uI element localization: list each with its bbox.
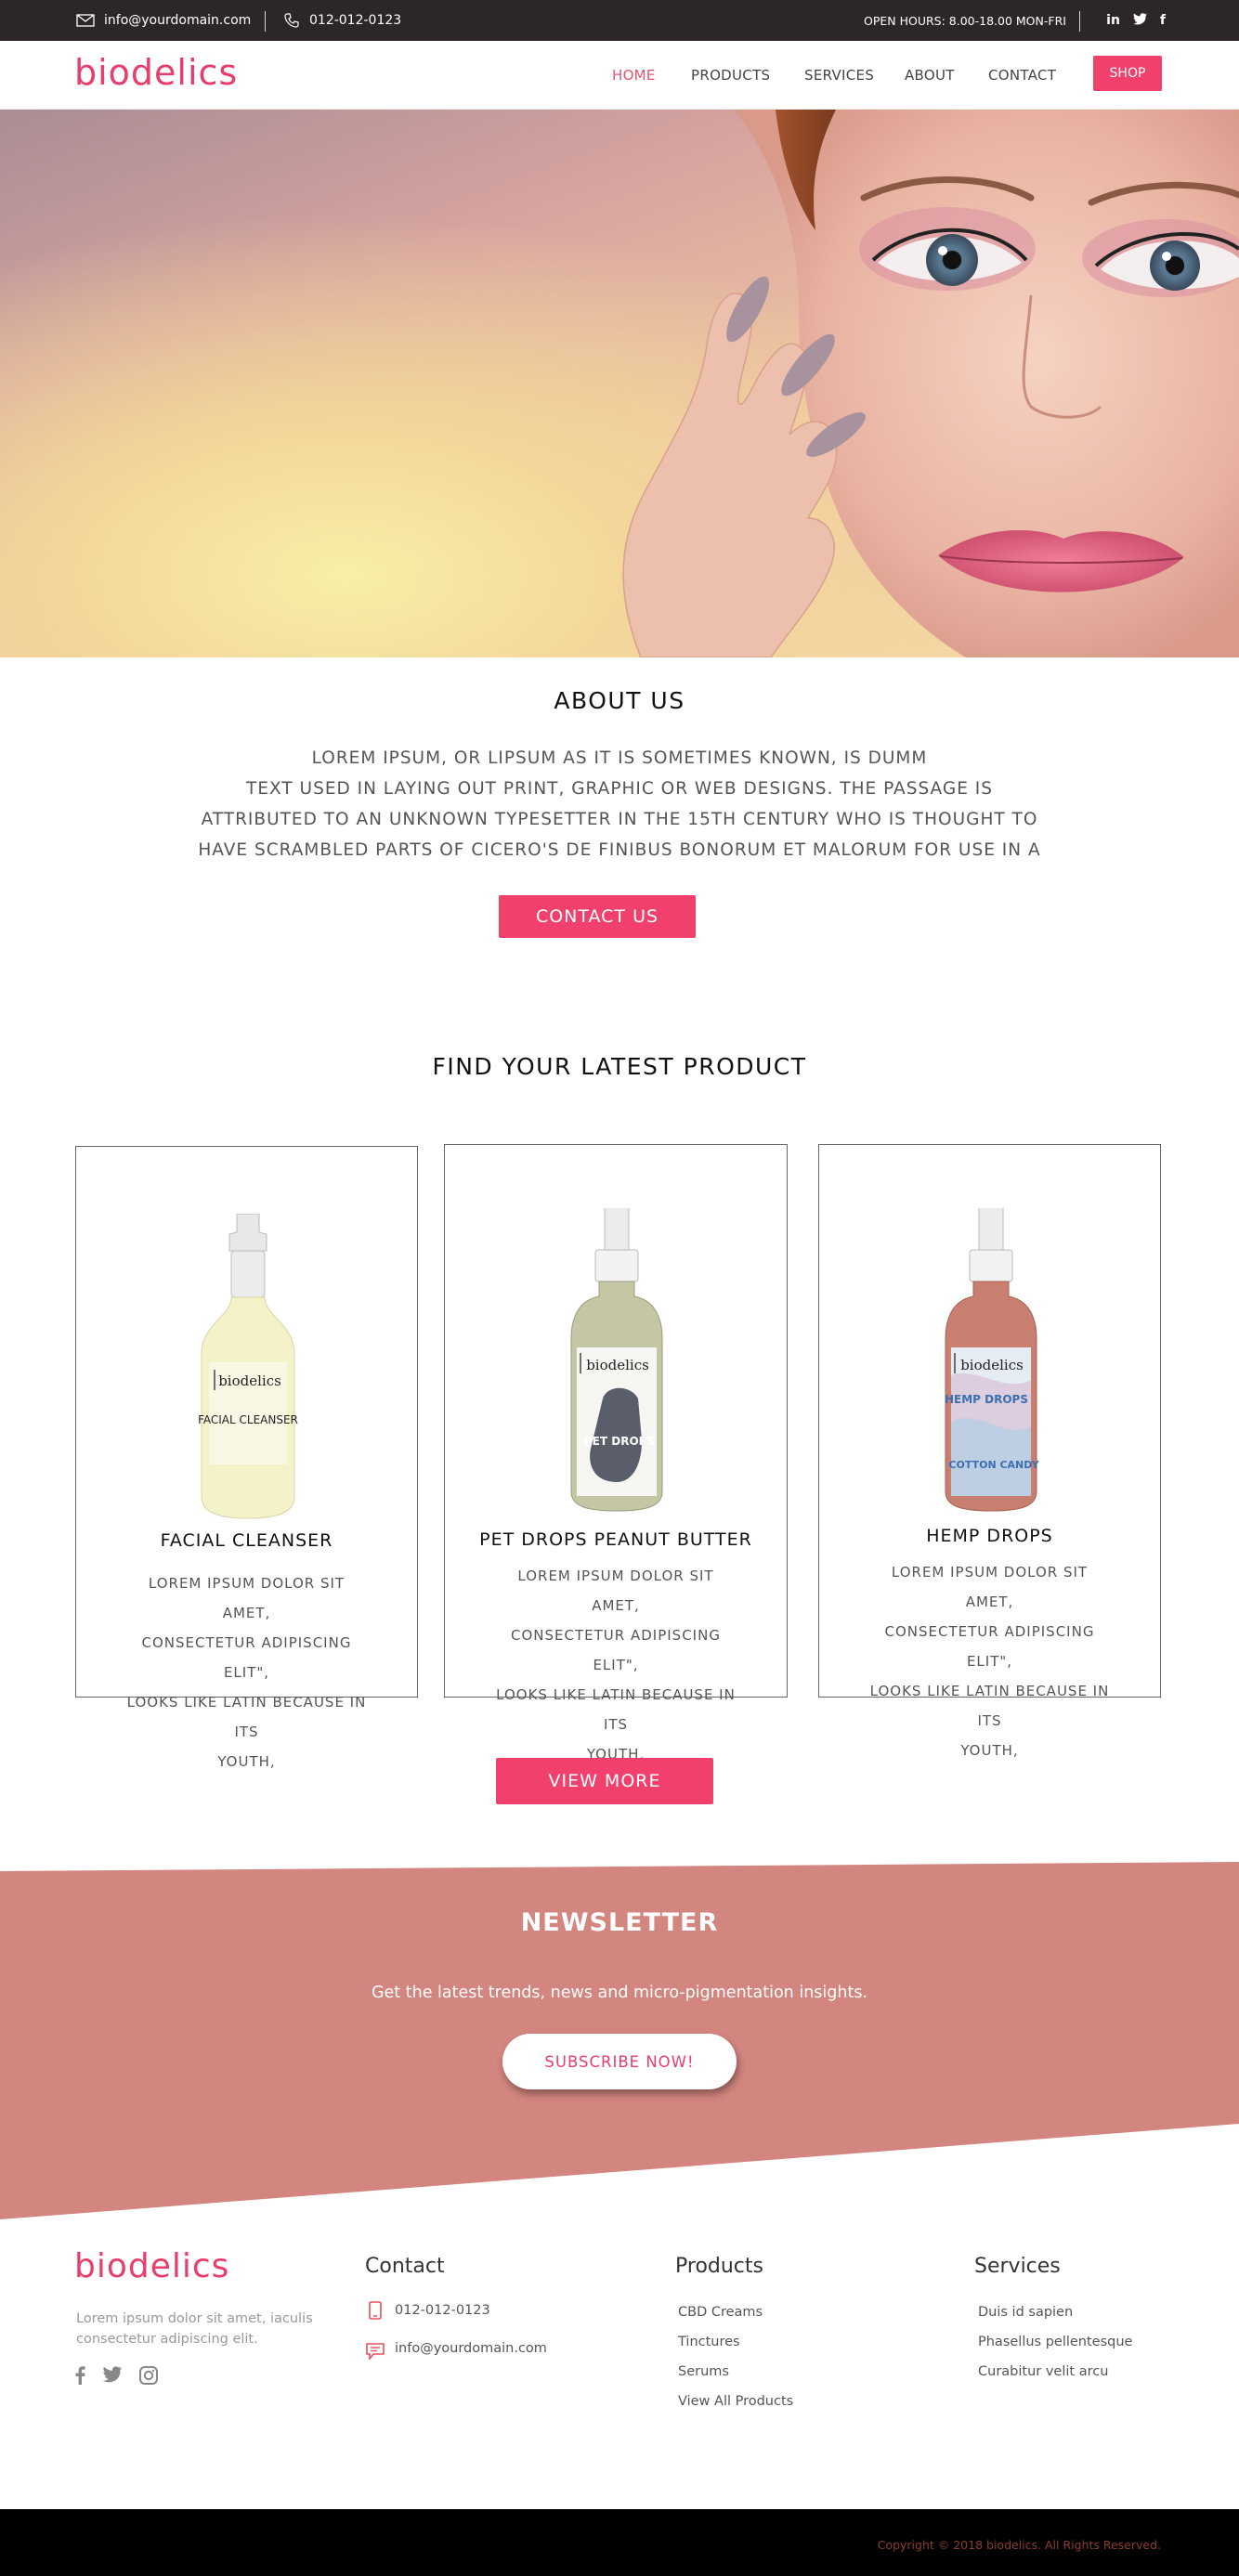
footer-link-tinctures[interactable]: Tinctures bbox=[678, 2335, 740, 2349]
desc-line: LOREM IPSUM DOLOR SIT AMET, bbox=[891, 1564, 1089, 1610]
desc-line: LOOKS LIKE LATIN BECAUSE IN ITS bbox=[869, 1683, 1110, 1729]
about-text: LOREM IPSUM, OR LIPSUM AS IT IS SOMETIME… bbox=[176, 743, 1063, 865]
logo[interactable]: biodelics bbox=[74, 52, 238, 93]
instagram-icon[interactable] bbox=[139, 2366, 158, 2385]
product-card-pet-drops[interactable]: biodelics PET DROPS PET DROPS PEANUT BUT… bbox=[444, 1144, 788, 1763]
subscribe-button[interactable]: SUBSCRIBE NOW! bbox=[502, 2034, 737, 2089]
about-line: HAVE SCRAMBLED PARTS OF CICERO'S DE FINI… bbox=[198, 840, 1041, 860]
footer-link-service-3[interactable]: Curabitur velit arcu bbox=[978, 2364, 1108, 2379]
footer-products-title: Products bbox=[675, 2255, 763, 2278]
product-description: LOREM IPSUM DOLOR SIT AMET, CONSECTETUR … bbox=[123, 1568, 371, 1776]
desc-line: LOOKS LIKE LATIN BECAUSE IN ITS bbox=[496, 1686, 736, 1733]
desc-line: CONSECTETUR ADIPISCING ELIT", bbox=[884, 1623, 1095, 1670]
bottle-brand-text: biodelics bbox=[218, 1373, 281, 1389]
bottle-label-text: FACIAL CLEANSER bbox=[198, 1413, 298, 1426]
footer-logo[interactable]: biodelics bbox=[74, 2247, 229, 2285]
envelope-icon bbox=[76, 14, 95, 27]
about-title: ABOUT US bbox=[554, 687, 685, 714]
bottle-label-text: HEMP DROPS bbox=[945, 1393, 1028, 1406]
topbar-phone[interactable]: 012-012-0123 bbox=[283, 0, 401, 41]
top-bar: info@yourdomain.com 012-012-0123 OPEN HO… bbox=[0, 0, 1239, 41]
footer-link-service-1[interactable]: Duis id sapien bbox=[978, 2305, 1073, 2320]
about-line: LOREM IPSUM, OR LIPSUM AS IT IS SOMETIME… bbox=[311, 748, 928, 768]
facebook-icon[interactable]: f bbox=[1160, 13, 1166, 28]
bottle-label-flavor: COTTON CANDY bbox=[948, 1459, 1039, 1471]
bottle-brand-text: biodelics bbox=[586, 1357, 649, 1373]
product-name[interactable]: FACIAL CLEANSER bbox=[76, 1530, 417, 1551]
footer-link-view-all-products[interactable]: View All Products bbox=[678, 2394, 793, 2409]
products-title: FIND YOUR LATEST PRODUCT bbox=[432, 1053, 807, 1080]
footer-email[interactable]: info@yourdomain.com bbox=[395, 2341, 547, 2356]
bottle-label-text: PET DROPS bbox=[584, 1435, 655, 1448]
pet-drops-bottle-image: biodelics PET DROPS bbox=[570, 1208, 663, 1512]
facebook-icon[interactable] bbox=[74, 2366, 85, 2385]
open-hours: OPEN HOURS: 8.00-18.00 MON-FRI bbox=[864, 13, 1066, 28]
topbar-divider-2 bbox=[1079, 11, 1080, 32]
bottle-brand-text: biodelics bbox=[960, 1357, 1024, 1373]
footer-link-cbd-creams[interactable]: CBD Creams bbox=[678, 2305, 763, 2320]
newsletter-subtitle: Get the latest trends, news and micro-pi… bbox=[371, 1984, 868, 2002]
hemp-drops-bottle-image: biodelics HEMP DROPS COTTON CANDY bbox=[945, 1208, 1040, 1512]
shop-button[interactable]: SHOP bbox=[1093, 56, 1162, 91]
desc-line: CONSECTETUR ADIPISCING ELIT", bbox=[141, 1634, 352, 1681]
twitter-icon[interactable] bbox=[102, 2366, 123, 2383]
footer-link-serums[interactable]: Serums bbox=[678, 2364, 729, 2379]
footer-social bbox=[74, 2366, 158, 2385]
product-description: LOREM IPSUM DOLOR SIT AMET, CONSECTETUR … bbox=[491, 1561, 740, 1769]
product-card-hemp-drops[interactable]: biodelics HEMP DROPS COTTON CANDY HEMP D… bbox=[818, 1144, 1161, 1759]
desc-line: LOREM IPSUM DOLOR SIT AMET, bbox=[148, 1575, 346, 1621]
nav-contact[interactable]: CONTACT bbox=[988, 67, 1056, 84]
nav-services[interactable]: SERVICES bbox=[804, 67, 874, 84]
topbar-email-text: info@yourdomain.com bbox=[104, 13, 252, 28]
contact-us-button[interactable]: CONTACT US bbox=[499, 895, 696, 938]
footer-phone[interactable]: 012-012-0123 bbox=[395, 2303, 490, 2318]
product-name[interactable]: PET DROPS PEANUT BUTTER bbox=[445, 1529, 787, 1550]
topbar-divider bbox=[265, 11, 266, 32]
product-name[interactable]: HEMP DROPS bbox=[819, 1526, 1160, 1546]
nav-about[interactable]: ABOUT bbox=[905, 67, 955, 84]
twitter-icon[interactable] bbox=[1132, 12, 1147, 29]
topbar-phone-text: 012-012-0123 bbox=[309, 13, 402, 28]
about-line: ATTRIBUTED TO AN UNKNOWN TYPESETTER IN T… bbox=[201, 810, 1038, 829]
copyright: Copyright © 2018 biodelics. All Rights R… bbox=[877, 2538, 1161, 2552]
footer-contact-title: Contact bbox=[365, 2255, 445, 2278]
hero-face-image bbox=[622, 110, 1239, 657]
nav-products[interactable]: PRODUCTS bbox=[691, 67, 770, 84]
desc-line: YOUTH, bbox=[217, 1753, 276, 1770]
desc-line: LOREM IPSUM DOLOR SIT AMET, bbox=[517, 1568, 714, 1614]
linkedin-icon[interactable]: in bbox=[1106, 13, 1120, 28]
product-description: LOREM IPSUM DOLOR SIT AMET, CONSECTETUR … bbox=[866, 1557, 1114, 1765]
footer-services-title: Services bbox=[974, 2255, 1061, 2278]
view-more-button[interactable]: VIEW MORE bbox=[496, 1758, 713, 1804]
mobile-phone-icon bbox=[369, 2301, 382, 2320]
hero-banner bbox=[0, 110, 1239, 657]
newsletter-title: NEWSLETTER bbox=[520, 1908, 719, 1937]
facial-cleanser-bottle-image: biodelics FACIAL CLEANSER bbox=[198, 1214, 298, 1519]
nav-home[interactable]: HOME bbox=[612, 67, 656, 84]
footer-tagline: Lorem ipsum dolor sit amet, iaculis cons… bbox=[76, 2309, 313, 2349]
desc-line: YOUTH, bbox=[960, 1742, 1019, 1759]
about-line: TEXT USED IN LAYING OUT PRINT, GRAPHIC O… bbox=[246, 779, 993, 799]
site-header: biodelics HOME PRODUCTS SERVICES ABOUT C… bbox=[0, 41, 1239, 110]
desc-line: LOOKS LIKE LATIN BECAUSE IN ITS bbox=[126, 1694, 367, 1740]
desc-line: CONSECTETUR ADIPISCING ELIT", bbox=[511, 1627, 721, 1673]
footer-link-service-2[interactable]: Phasellus pellentesque bbox=[978, 2335, 1132, 2349]
chat-icon bbox=[366, 2343, 385, 2360]
footer-tagline-line: Lorem ipsum dolor sit amet, iaculis bbox=[76, 2311, 313, 2326]
topbar-email[interactable]: info@yourdomain.com bbox=[76, 0, 251, 41]
product-card-facial-cleanser[interactable]: biodelics FACIAL CLEANSER FACIAL CLEANSE… bbox=[75, 1146, 418, 1770]
topbar-social: in f bbox=[1106, 0, 1166, 41]
footer-tagline-line: consectetur adipiscing elit. bbox=[76, 2332, 258, 2347]
phone-icon bbox=[284, 13, 299, 28]
